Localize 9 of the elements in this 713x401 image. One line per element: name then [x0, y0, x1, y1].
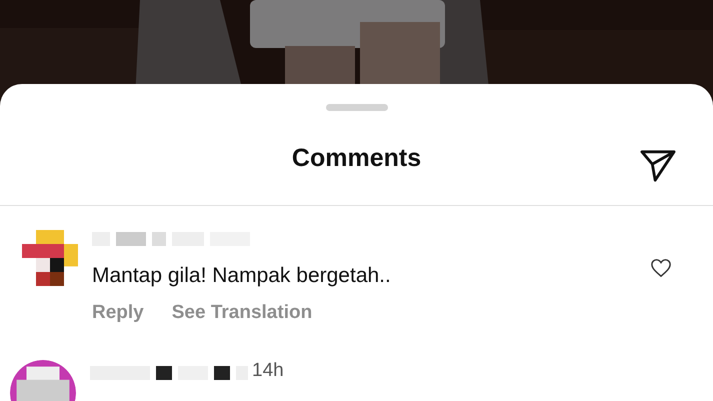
- translation-link[interactable]: See Translation: [172, 302, 312, 324]
- send-icon[interactable]: [639, 149, 677, 183]
- heart-icon[interactable]: [650, 258, 672, 278]
- reply-link[interactable]: Reply: [92, 302, 144, 324]
- pixelated-avatar[interactable]: [22, 230, 78, 286]
- comment-text: Mantap gila! Nampak bergetah..: [92, 264, 391, 288]
- drag-handle[interactable]: [326, 104, 388, 111]
- sheet-title: Comments: [292, 144, 422, 172]
- comment-time: 14h: [252, 360, 284, 382]
